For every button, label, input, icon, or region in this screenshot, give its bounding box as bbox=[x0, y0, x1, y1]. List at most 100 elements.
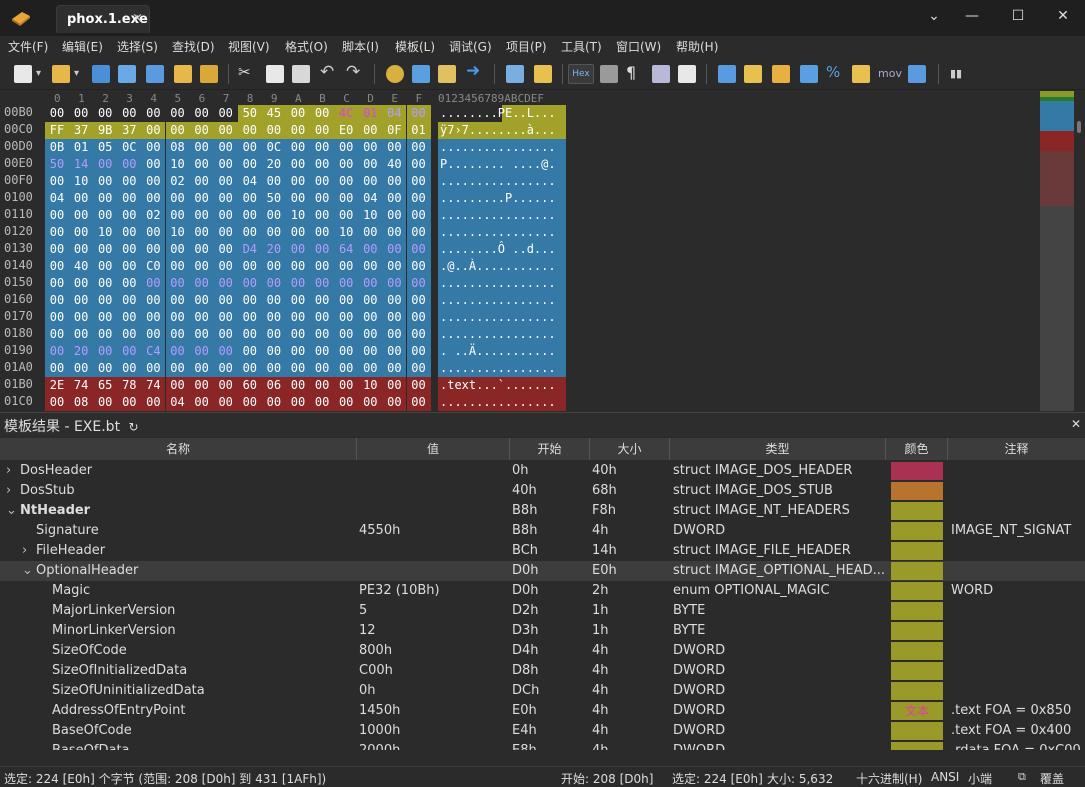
hex-byte[interactable]: 00 bbox=[141, 173, 166, 190]
hex-byte[interactable]: 00 bbox=[286, 156, 310, 173]
color-swatch[interactable] bbox=[891, 742, 943, 750]
hex-byte[interactable]: 00 bbox=[334, 173, 359, 190]
hex-byte[interactable]: 00 bbox=[141, 326, 166, 343]
ascii-row[interactable]: ................ bbox=[438, 173, 566, 190]
hex-byte[interactable]: 00 bbox=[189, 241, 214, 258]
hex-byte[interactable]: 00 bbox=[213, 122, 238, 139]
hex-byte[interactable]: 00 bbox=[358, 343, 383, 360]
hex-byte[interactable]: 00 bbox=[310, 173, 335, 190]
hex-byte[interactable]: 00 bbox=[310, 275, 335, 292]
hex-byte[interactable]: 00 bbox=[334, 275, 359, 292]
color-swatch[interactable] bbox=[891, 522, 943, 540]
hex-byte[interactable]: 00 bbox=[45, 326, 69, 343]
ascii-row[interactable]: .........P...... bbox=[438, 190, 566, 207]
hex-byte[interactable]: 00 bbox=[334, 377, 359, 394]
color-swatch[interactable] bbox=[891, 642, 943, 660]
hex-byte[interactable]: 00 bbox=[213, 241, 238, 258]
hex-byte[interactable]: 00 bbox=[382, 173, 407, 190]
hex-byte[interactable]: 00 bbox=[310, 207, 335, 224]
field-value[interactable]: 4550h bbox=[359, 523, 507, 538]
hex-byte[interactable]: 00 bbox=[237, 190, 262, 207]
hex-byte[interactable]: 00 bbox=[69, 309, 94, 326]
hex-byte[interactable]: 00 bbox=[45, 105, 69, 122]
expander-icon[interactable]: ⌄ bbox=[22, 563, 36, 578]
hex-byte[interactable]: 00 bbox=[310, 292, 335, 309]
hex-byte[interactable]: 00 bbox=[310, 377, 335, 394]
hex-byte[interactable]: 00 bbox=[406, 241, 431, 258]
template-row[interactable]: MajorLinkerVersion 5 D2h 1h BYTE bbox=[0, 601, 1085, 621]
hex-byte[interactable]: 14 bbox=[69, 156, 94, 173]
hex-byte[interactable]: 00 bbox=[261, 173, 286, 190]
hex-byte[interactable]: 00 bbox=[286, 122, 310, 139]
hex-byte[interactable]: 00 bbox=[190, 105, 214, 122]
hex-byte[interactable]: 00 bbox=[93, 241, 118, 258]
hex-byte[interactable]: 00 bbox=[334, 360, 359, 377]
header-type[interactable]: 类型 bbox=[670, 438, 886, 460]
hex-byte[interactable]: 00 bbox=[189, 139, 214, 156]
hex-byte[interactable]: 00 bbox=[165, 292, 190, 309]
hex-byte[interactable]: 00 bbox=[189, 190, 214, 207]
hex-byte[interactable]: 00 bbox=[141, 122, 166, 139]
refresh-icon[interactable]: ↻ bbox=[129, 420, 139, 434]
hex-byte[interactable]: 00 bbox=[69, 326, 94, 343]
hex-byte[interactable]: 05 bbox=[93, 139, 118, 156]
hex-byte[interactable]: 00 bbox=[69, 292, 94, 309]
hex-byte[interactable]: 00 bbox=[286, 309, 310, 326]
field-value[interactable]: 12 bbox=[359, 623, 507, 638]
hex-byte[interactable]: 00 bbox=[141, 394, 166, 411]
hex-byte[interactable]: 00 bbox=[406, 224, 431, 241]
hex-byte[interactable]: 00 bbox=[382, 275, 407, 292]
template-row[interactable]: ⌄ OptionalHeader D0h E0h struct IMAGE_OPTION… bbox=[0, 561, 1085, 581]
hex-byte[interactable]: 00 bbox=[286, 241, 310, 258]
hex-byte[interactable]: 00 bbox=[69, 241, 94, 258]
hex-byte[interactable]: 02 bbox=[141, 207, 166, 224]
hex-byte[interactable]: 00 bbox=[358, 156, 383, 173]
hex-byte[interactable]: 00 bbox=[334, 258, 359, 275]
hex-byte[interactable]: 65 bbox=[93, 377, 118, 394]
hex-byte[interactable]: 00 bbox=[69, 105, 93, 122]
field-value[interactable]: 0h bbox=[359, 683, 507, 698]
hex-byte[interactable]: 00 bbox=[213, 326, 238, 343]
status-endian[interactable]: 小端 bbox=[968, 770, 992, 787]
template-row[interactable]: BaseOfData 2000h E8h 4h DWORD .rdata FOA = 0x… bbox=[0, 741, 1085, 750]
hex-byte[interactable]: 00 bbox=[406, 275, 431, 292]
panel-close-icon[interactable]: ✕ bbox=[1071, 417, 1081, 431]
ascii-row[interactable]: ................ bbox=[438, 309, 566, 326]
hex-byte[interactable]: 40 bbox=[69, 258, 94, 275]
menu-edit[interactable]: 编辑(E) bbox=[62, 38, 103, 55]
hex-byte[interactable]: 00 bbox=[261, 394, 286, 411]
hex-byte[interactable]: 00 bbox=[165, 241, 190, 258]
swap-icon[interactable] bbox=[772, 65, 790, 83]
hex-byte[interactable]: 10 bbox=[69, 173, 94, 190]
expander-icon[interactable]: › bbox=[6, 483, 20, 498]
hex-byte[interactable]: 00 bbox=[406, 343, 431, 360]
hex-byte[interactable]: 0C bbox=[261, 139, 286, 156]
menu-select[interactable]: 选择(S) bbox=[117, 38, 158, 55]
hex-byte[interactable]: 00 bbox=[334, 394, 359, 411]
ascii-row[interactable]: .text...`....... bbox=[438, 377, 566, 394]
hex-byte[interactable]: 00 bbox=[69, 207, 94, 224]
hex-byte[interactable]: 60 bbox=[237, 377, 262, 394]
hex-byte[interactable]: 06 bbox=[261, 377, 286, 394]
window-list-chevron-icon[interactable]: ⌄ bbox=[924, 8, 944, 26]
bookmark-icon[interactable] bbox=[534, 65, 552, 83]
hex-byte[interactable]: 00 bbox=[406, 139, 431, 156]
color-swatch[interactable] bbox=[891, 622, 943, 640]
hex-byte[interactable]: 00 bbox=[165, 207, 190, 224]
hex-byte[interactable]: 04 bbox=[165, 394, 190, 411]
hex-byte[interactable]: 10 bbox=[165, 224, 190, 241]
template-row[interactable]: Magic PE32 (10Bh) D0h 2h enum OPTIONAL_MAGIC… bbox=[0, 581, 1085, 601]
hex-byte[interactable]: 00 bbox=[382, 377, 407, 394]
hex-byte[interactable]: 00 bbox=[334, 326, 359, 343]
save-as-icon[interactable] bbox=[118, 65, 136, 83]
hex-byte[interactable]: 50 bbox=[261, 190, 286, 207]
hex-byte[interactable]: 00 bbox=[261, 224, 286, 241]
hex-byte[interactable]: 4C bbox=[334, 105, 359, 122]
hex-byte[interactable]: 02 bbox=[165, 173, 190, 190]
expander-icon[interactable]: › bbox=[6, 463, 20, 478]
hex-byte[interactable]: 00 bbox=[141, 360, 166, 377]
template-row[interactable]: SizeOfUninitializedData 0h DCh 4h DWORD bbox=[0, 681, 1085, 701]
hex-byte[interactable]: 20 bbox=[261, 156, 286, 173]
menu-tools[interactable]: 工具(T) bbox=[561, 38, 602, 55]
hex-byte[interactable]: 00 bbox=[310, 224, 335, 241]
